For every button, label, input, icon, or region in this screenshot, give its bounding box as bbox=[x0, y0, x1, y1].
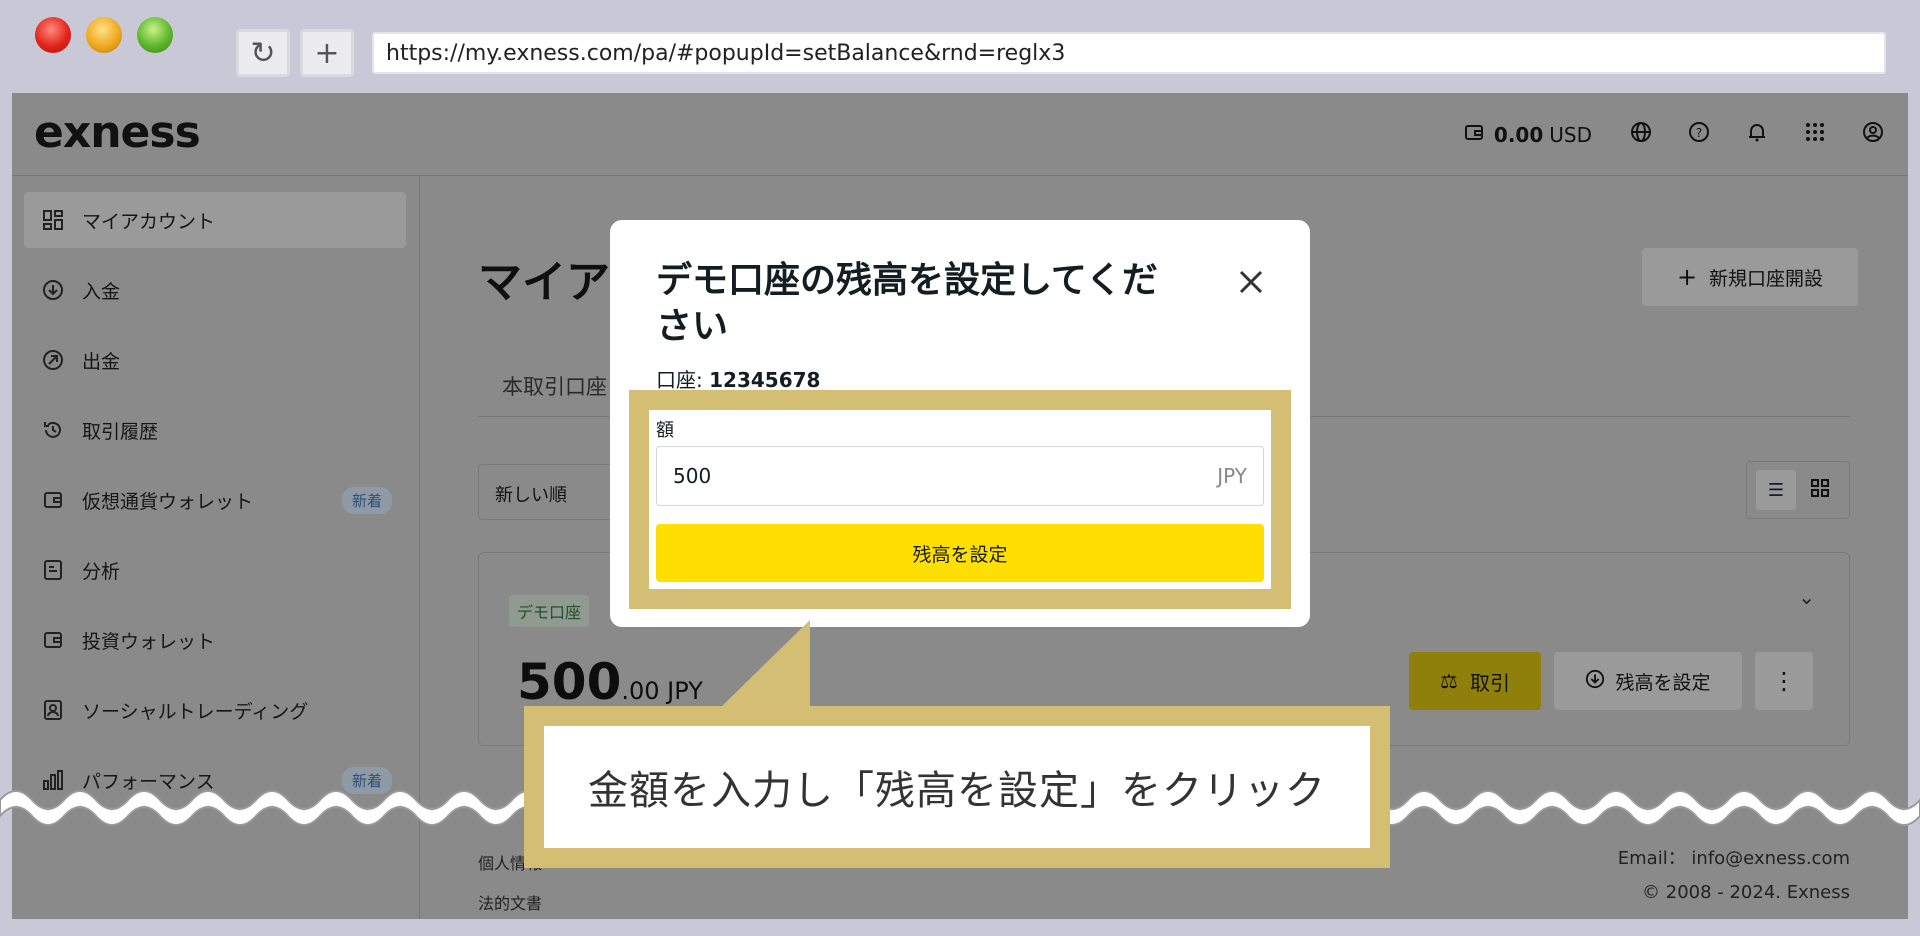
sidebar-item-label: 仮想通貨ウォレット bbox=[82, 490, 254, 513]
apps-grid-icon bbox=[1805, 122, 1825, 148]
withdraw-icon bbox=[40, 347, 66, 373]
close-icon bbox=[1236, 261, 1266, 307]
sidebar-item-label: 投資ウォレット bbox=[82, 630, 216, 653]
more-options-button[interactable]: ⋮ bbox=[1755, 652, 1813, 710]
balance-display[interactable]: 0.00 USD bbox=[1464, 122, 1592, 147]
account-info: 口座: 12345678 bbox=[656, 368, 821, 392]
account-balance: 500.00 JPY bbox=[517, 653, 703, 711]
sidebar-item-analytics[interactable]: 分析 bbox=[24, 542, 406, 598]
account-number: 12345678 bbox=[709, 368, 821, 392]
set-balance-dialog: デモ口座の残高を設定してください 口座: 12345678 額 500 JPY … bbox=[610, 220, 1310, 627]
address-bar[interactable]: https://my.exness.com/pa/#popupId=setBal… bbox=[372, 32, 1886, 74]
plus-icon: + bbox=[1676, 263, 1698, 291]
footer-copyright: © 2008 - 2024. Exness bbox=[1642, 882, 1850, 903]
sidebar-item-label: 出金 bbox=[82, 350, 121, 373]
trade-button[interactable]: ⚖ 取引 bbox=[1409, 652, 1541, 710]
sidebar-item-withdraw[interactable]: 出金 bbox=[24, 332, 406, 388]
help-button[interactable]: ? bbox=[1670, 115, 1728, 155]
profile-button[interactable] bbox=[1844, 115, 1902, 155]
svg-text:?: ? bbox=[1696, 126, 1702, 140]
new-badge: 新着 bbox=[341, 486, 392, 514]
minimize-window-button[interactable] bbox=[86, 17, 122, 53]
reload-button[interactable]: ↻ bbox=[236, 29, 290, 77]
page-title: マイアカウント bbox=[478, 257, 618, 308]
bell-icon bbox=[1746, 121, 1768, 149]
footer-email: Email： info@exness.com bbox=[1617, 848, 1850, 869]
close-button[interactable] bbox=[1236, 264, 1266, 304]
balance-currency: USD bbox=[1549, 122, 1592, 147]
footer-link-legal[interactable]: 法的文書 bbox=[478, 890, 542, 914]
submit-set-balance-button[interactable]: 残高を設定 bbox=[656, 524, 1264, 582]
amount-value: 500 bbox=[673, 464, 712, 488]
instruction-callout: 金額を入力し「残高を設定」をクリック bbox=[524, 706, 1390, 868]
sidebar-item-social-trading[interactable]: ソーシャルトレーディング bbox=[24, 682, 406, 738]
view-toggle: ☰ bbox=[1746, 461, 1850, 519]
notifications-button[interactable] bbox=[1728, 115, 1786, 155]
deposit-icon bbox=[1585, 669, 1605, 694]
wallet-icon bbox=[40, 627, 66, 653]
list-view-button[interactable]: ☰ bbox=[1756, 470, 1796, 510]
tab-real-accounts[interactable]: 本取引口座 bbox=[502, 371, 612, 401]
new-account-button[interactable]: + 新規口座開設 bbox=[1642, 248, 1858, 306]
trade-icon: ⚖ bbox=[1440, 669, 1458, 693]
amount-input[interactable]: 500 JPY bbox=[656, 446, 1264, 506]
sidebar-item-label: 入金 bbox=[82, 280, 121, 303]
deposit-icon bbox=[40, 277, 66, 303]
sidebar-item-crypto-wallet[interactable]: 仮想通貨ウォレット 新着 bbox=[24, 472, 406, 528]
reload-icon: ↻ bbox=[250, 35, 276, 71]
sidebar-item-label: 分析 bbox=[82, 560, 121, 583]
wallet-icon bbox=[40, 487, 66, 513]
top-bar: exness 0.00 USD ? bbox=[12, 93, 1908, 176]
sidebar-item-label: 取引履歴 bbox=[82, 420, 159, 443]
sidebar-item-history[interactable]: 取引履歴 bbox=[24, 402, 406, 458]
chevron-down-icon[interactable]: ⌄ bbox=[1798, 585, 1815, 609]
amount-currency: JPY bbox=[1217, 464, 1247, 488]
globe-icon bbox=[1630, 121, 1652, 149]
grid-view-button[interactable] bbox=[1800, 470, 1840, 510]
language-button[interactable] bbox=[1612, 115, 1670, 155]
more-vertical-icon: ⋮ bbox=[1772, 667, 1796, 695]
set-balance-button[interactable]: 残高を設定 bbox=[1554, 652, 1742, 710]
social-icon bbox=[40, 697, 66, 723]
list-icon: ☰ bbox=[1767, 479, 1785, 501]
callout-text: 金額を入力し「残高を設定」をクリック bbox=[544, 726, 1370, 848]
balance-amount: 0.00 bbox=[1493, 122, 1544, 147]
analytics-icon bbox=[40, 557, 66, 583]
wallet-icon bbox=[1464, 122, 1484, 147]
dashboard-icon bbox=[40, 207, 66, 233]
sidebar-item-label: マイアカウント bbox=[82, 210, 216, 233]
plus-icon: + bbox=[314, 35, 340, 71]
sidebar-item-invest-wallet[interactable]: 投資ウォレット bbox=[24, 612, 406, 668]
demo-tag: デモ口座 bbox=[509, 595, 590, 627]
amount-label: 額 bbox=[656, 420, 674, 441]
close-window-button[interactable] bbox=[35, 17, 71, 53]
maximize-window-button[interactable] bbox=[137, 17, 173, 53]
user-icon bbox=[1862, 121, 1884, 149]
dialog-title: デモ口座の残高を設定してください bbox=[656, 260, 1158, 347]
sidebar-item-label: ソーシャルトレーディング bbox=[82, 700, 309, 723]
grid-icon bbox=[1811, 478, 1829, 502]
apps-button[interactable] bbox=[1786, 115, 1844, 155]
sidebar-item-my-account[interactable]: マイアカウント bbox=[24, 192, 406, 248]
sidebar-item-deposit[interactable]: 入金 bbox=[24, 262, 406, 318]
history-icon bbox=[40, 417, 66, 443]
help-icon: ? bbox=[1688, 121, 1710, 149]
exness-logo[interactable]: exness bbox=[34, 107, 201, 158]
new-tab-button[interactable]: + bbox=[300, 29, 354, 77]
